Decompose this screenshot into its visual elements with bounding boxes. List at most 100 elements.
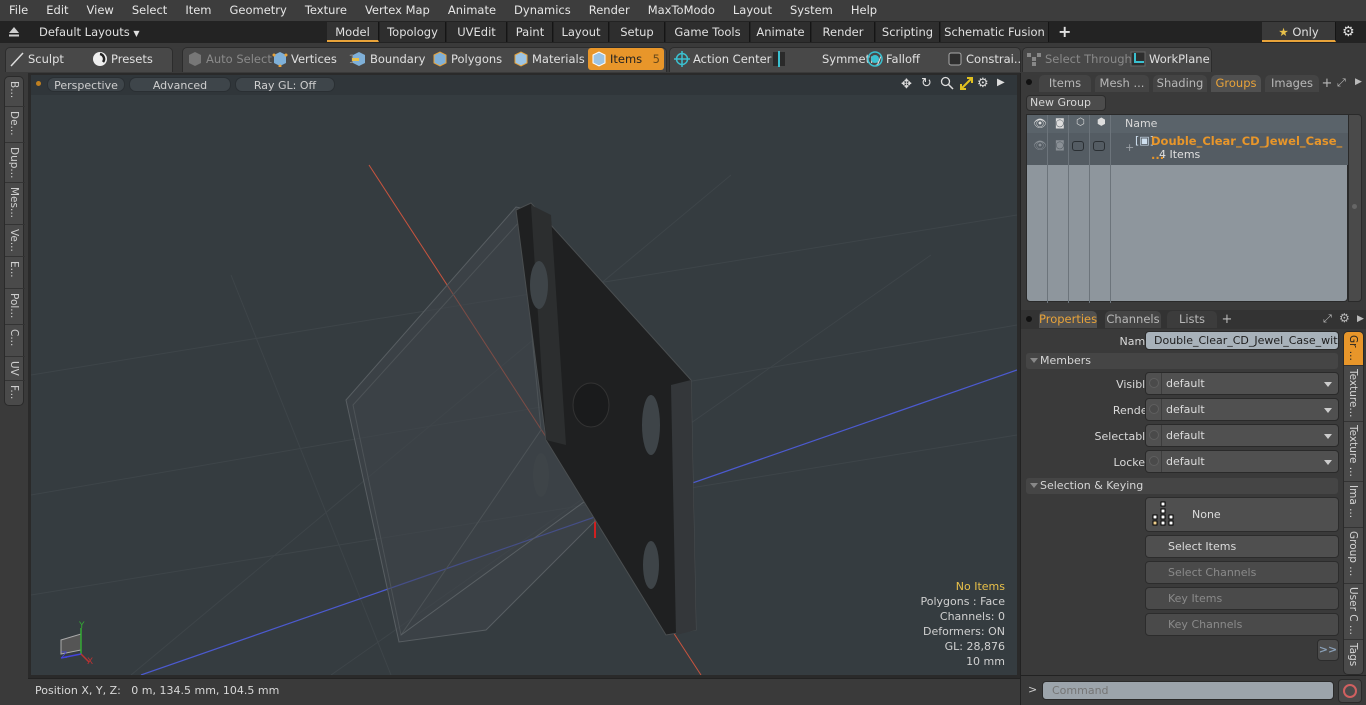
name-field[interactable]: Double_Clear_CD_Jewel_Case_with_B	[1145, 331, 1339, 350]
left-tab-curve[interactable]: C...	[5, 325, 25, 357]
side-tab-texture-2[interactable]: Texture ...	[1344, 422, 1363, 482]
viewport-expand-arrow-icon[interactable]: ▶	[997, 77, 1005, 88]
tab-shading[interactable]: Shading	[1153, 75, 1207, 92]
panel-menu-arrow-icon[interactable]: ▶	[1357, 314, 1364, 324]
command-input[interactable]	[1042, 681, 1334, 700]
add-layout-button[interactable]: +	[1058, 21, 1071, 43]
action-center-button[interactable]: Action Center	[671, 48, 771, 70]
side-tab-tags[interactable]: Tags	[1344, 640, 1363, 674]
visible-dropdown[interactable]: default	[1145, 372, 1339, 395]
expand-panel-icon[interactable]: ⤢	[1323, 312, 1332, 326]
tab-game-tools[interactable]: Game Tools	[666, 22, 750, 42]
viewport-3d[interactable]: Perspective Advanced Ray GL: Off ✥ ↻ ⚙ ▶…	[28, 73, 1020, 678]
expand-panel-icon[interactable]: ⤢	[1337, 76, 1346, 90]
selection-set-button[interactable]: None	[1145, 497, 1339, 532]
key-items-button[interactable]: Key Items	[1145, 587, 1339, 610]
side-tab-group-2[interactable]: Group ...	[1344, 528, 1363, 584]
select-cube-icon[interactable]: ⬢	[1097, 117, 1106, 128]
side-tab-group[interactable]: Gr ...	[1344, 332, 1363, 366]
tab-animate[interactable]: Animate	[751, 22, 811, 42]
gear-icon[interactable]: ⚙	[1342, 21, 1355, 43]
layout-up-icon[interactable]	[8, 21, 20, 43]
materials-button[interactable]: Materials	[510, 48, 586, 70]
menu-render[interactable]: Render	[580, 0, 639, 21]
tab-layout[interactable]: Layout	[554, 22, 609, 42]
row-select-toggle[interactable]	[1093, 141, 1105, 151]
constraints-button[interactable]: Constrai...	[944, 48, 1025, 70]
row-lock-toggle[interactable]	[1072, 141, 1084, 151]
record-button[interactable]	[1338, 679, 1362, 703]
lock-cube-icon[interactable]: ⬡	[1076, 117, 1085, 128]
left-tab-mesh-edit[interactable]: Mes...	[5, 183, 25, 225]
add-tab-button[interactable]: +	[1321, 75, 1333, 92]
menu-maxtomodo[interactable]: MaxToModo	[639, 0, 724, 21]
tab-schematic-fusion[interactable]: Schematic Fusion	[941, 22, 1049, 42]
scroll-handle[interactable]	[1352, 204, 1357, 209]
select-channels-button[interactable]: Select Channels	[1145, 561, 1339, 584]
left-tab-uv[interactable]: UV	[5, 357, 25, 381]
move-view-icon[interactable]: ✥	[901, 77, 912, 92]
tab-mesh[interactable]: Mesh ...	[1095, 75, 1149, 92]
raygl-button[interactable]: Ray GL: Off	[235, 77, 335, 92]
menu-select[interactable]: Select	[123, 0, 176, 21]
maximize-view-icon[interactable]	[960, 77, 973, 93]
render-camera-icon[interactable]: ◙	[1055, 118, 1065, 129]
group-row[interactable]: 👁 ◙ + [▣] Double_Clear_CD_Jewel_Case_ ..…	[1027, 133, 1349, 165]
presets-button[interactable]: Presets	[89, 48, 169, 70]
left-tab-vertex[interactable]: Ve...	[5, 225, 25, 257]
left-tab-fusion[interactable]: F...	[5, 381, 25, 405]
left-tab-edge[interactable]: E...	[5, 257, 25, 289]
viewport-gear-icon[interactable]: ⚙	[977, 76, 989, 91]
locked-dropdown[interactable]: default	[1145, 450, 1339, 473]
tab-render[interactable]: Render	[812, 22, 875, 42]
zoom-view-icon[interactable]	[940, 76, 954, 93]
menu-help[interactable]: Help	[842, 0, 886, 21]
tab-lists[interactable]: Lists	[1167, 311, 1217, 328]
menu-animate[interactable]: Animate	[439, 0, 505, 21]
menu-system[interactable]: System	[781, 0, 842, 21]
tab-model[interactable]: Model	[327, 22, 379, 42]
symmetry-button[interactable]: Symmetry	[768, 48, 882, 70]
perspective-button[interactable]: Perspective	[47, 77, 125, 92]
left-tab-deform[interactable]: De...	[5, 107, 25, 143]
selection-keying-section[interactable]: Selection & Keying	[1026, 478, 1338, 494]
selectable-dropdown[interactable]: default	[1145, 424, 1339, 447]
key-channels-button[interactable]: Key Channels	[1145, 613, 1339, 636]
panel-dot-icon[interactable]	[1026, 79, 1032, 85]
default-layouts-dropdown[interactable]: Default Layouts ▼	[39, 21, 140, 43]
falloff-button[interactable]: Falloff	[864, 48, 940, 70]
left-tab-polygon[interactable]: Pol...	[5, 289, 25, 325]
left-tab-basic[interactable]: B...	[5, 77, 25, 107]
expand-plus-icon[interactable]: +	[1125, 141, 1134, 154]
menu-file[interactable]: File	[0, 0, 37, 21]
select-items-button[interactable]: Select Items	[1145, 535, 1339, 558]
row-eye-icon[interactable]: 👁	[1033, 139, 1047, 152]
only-button[interactable]: ★ Only	[1262, 22, 1336, 42]
menu-dynamics[interactable]: Dynamics	[505, 0, 580, 21]
tab-scripting[interactable]: Scripting	[876, 22, 940, 42]
menu-vertex-map[interactable]: Vertex Map	[356, 0, 439, 21]
group-list-scrollbar[interactable]	[1348, 114, 1362, 302]
tab-channels[interactable]: Channels	[1105, 311, 1161, 328]
render-dropdown[interactable]: default	[1145, 398, 1339, 421]
more-button[interactable]: >>	[1317, 639, 1339, 661]
workplane-button[interactable]: WorkPlane	[1127, 48, 1211, 70]
tab-groups[interactable]: Groups	[1211, 75, 1261, 92]
new-group-button[interactable]: New Group	[1026, 95, 1106, 111]
tab-paint[interactable]: Paint	[508, 22, 553, 42]
tab-topology[interactable]: Topology	[380, 22, 446, 42]
tab-images[interactable]: Images	[1265, 75, 1319, 92]
row-camera-icon[interactable]: ◙	[1055, 140, 1065, 151]
tab-items[interactable]: Items	[1039, 75, 1091, 92]
auto-select-button[interactable]: Auto Select	[184, 48, 272, 70]
side-tab-user-channels[interactable]: User C ...	[1344, 584, 1363, 640]
boundary-button[interactable]: Boundary	[348, 48, 428, 70]
panel-menu-arrow-icon[interactable]: ▶	[1355, 77, 1362, 87]
panel-gear-icon[interactable]: ⚙	[1339, 311, 1350, 325]
visibility-eye-icon[interactable]: 👁	[1033, 117, 1047, 130]
column-name[interactable]: Name	[1125, 117, 1157, 130]
tab-setup[interactable]: Setup	[610, 22, 665, 42]
side-tab-texture-1[interactable]: Texture...	[1344, 366, 1363, 422]
viewport-dot-icon[interactable]	[36, 81, 41, 86]
items-button[interactable]: Items 5	[588, 48, 664, 70]
